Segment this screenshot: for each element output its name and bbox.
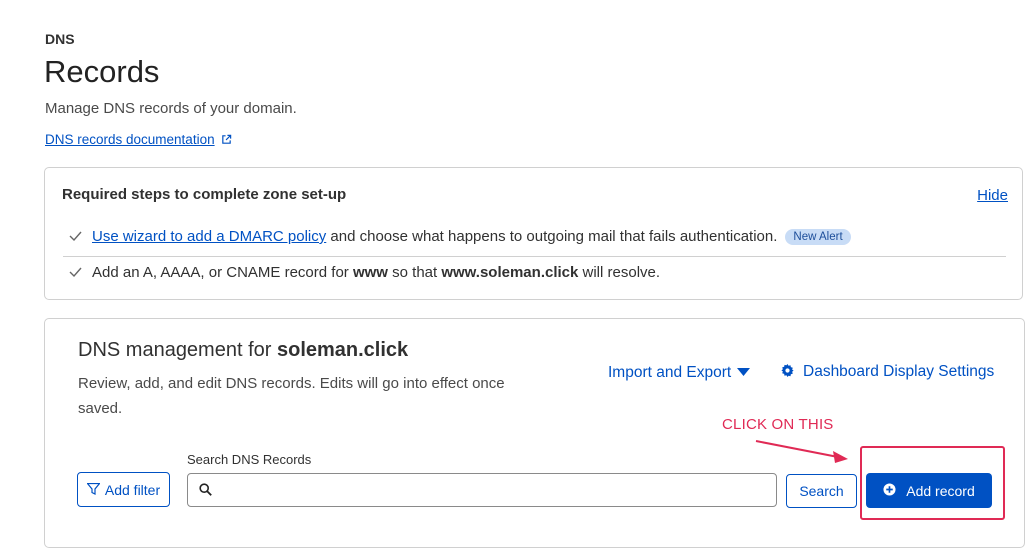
- www-step-domain: www.soleman.click: [441, 264, 579, 281]
- setup-step-dmarc: Use wizard to add a DMARC policy and cho…: [69, 228, 851, 245]
- search-button[interactable]: Search: [786, 474, 857, 508]
- gear-icon: [781, 364, 794, 382]
- import-export-button[interactable]: Import and Export: [608, 363, 751, 382]
- search-label: Search DNS Records: [187, 452, 312, 467]
- import-export-label: Import and Export: [608, 364, 732, 381]
- www-step-mid: so that: [387, 264, 442, 281]
- setup-steps-title: Required steps to complete zone set-up: [62, 186, 347, 203]
- dns-docs-link[interactable]: DNS records documentation: [45, 132, 232, 148]
- hide-button[interactable]: Hide: [977, 187, 1008, 204]
- add-filter-button[interactable]: Add filter: [77, 472, 170, 507]
- add-filter-label: Add filter: [104, 481, 161, 498]
- dns-management-description: Review, add, and edit DNS records. Edits…: [78, 375, 505, 417]
- www-step-host: www: [352, 264, 388, 281]
- check-icon: [69, 264, 83, 281]
- annotation-label: CLICK ON THIS: [722, 416, 834, 433]
- search-icon: [199, 483, 212, 501]
- page-subtitle: Manage DNS records of your domain.: [45, 100, 297, 117]
- dmarc-wizard-link[interactable]: Use wizard to add a DMARC policy: [92, 228, 326, 245]
- check-icon: [69, 228, 83, 245]
- dns-docs-link-label: DNS records documentation: [45, 132, 215, 147]
- setup-divider: [63, 256, 1006, 257]
- www-step-post: will resolve.: [578, 264, 661, 281]
- search-field[interactable]: [187, 473, 777, 508]
- add-record-label: Add record: [906, 482, 975, 499]
- plus-circle-icon: [883, 482, 896, 499]
- external-link-icon: [221, 133, 232, 148]
- page-title: Records: [44, 54, 160, 89]
- add-record-button[interactable]: Add record: [866, 473, 992, 508]
- search-input[interactable]: [220, 474, 774, 508]
- dns-management-domain: soleman.click: [276, 339, 409, 361]
- dns-management-title-prefix: DNS management for: [78, 339, 277, 361]
- setup-step-www: Add an A, AAAA, or CNAME record for www …: [69, 264, 660, 281]
- filter-icon: [86, 482, 101, 498]
- dmarc-step-text: and choose what happens to outgoing mail…: [326, 228, 778, 245]
- setup-steps-card: Required steps to complete zone set-up H…: [44, 167, 1023, 300]
- dns-management-title: DNS management for soleman.click: [78, 339, 408, 362]
- page-eyebrow: DNS: [45, 31, 75, 47]
- dashboard-display-settings-label: Dashboard Display Settings: [803, 363, 995, 380]
- new-alert-badge: New Alert: [785, 229, 851, 245]
- www-step-pre: Add an A, AAAA, or CNAME record for: [92, 264, 353, 281]
- chevron-down-icon: [737, 363, 751, 381]
- dashboard-display-settings-button[interactable]: Dashboard Display Settings: [781, 363, 994, 382]
